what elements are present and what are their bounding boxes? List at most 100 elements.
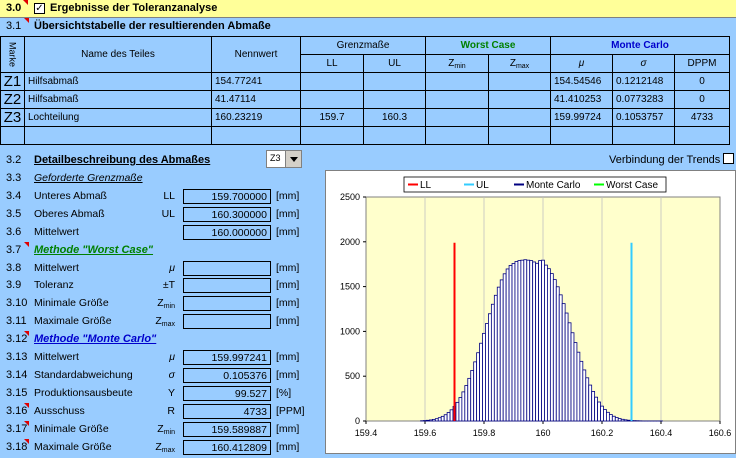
section-heading: Geforderte Grenzmaße: [34, 172, 143, 184]
comment-marker: [24, 242, 29, 247]
histogram-bar: [606, 412, 609, 421]
mark-selector[interactable]: Z3: [266, 150, 302, 168]
x-tick-label: 159.8: [473, 428, 496, 438]
field-value[interactable]: 0.105376: [183, 368, 271, 383]
limits-header: Grenzmaße: [301, 37, 426, 55]
row-ll: [301, 73, 364, 91]
row-number: 3.14: [6, 369, 27, 381]
y-tick-label: 500: [345, 371, 360, 381]
histogram-bar: [583, 370, 586, 421]
overview-title: Übersichtstabelle der resultierenden Abm…: [34, 20, 271, 32]
histogram-bar: [553, 280, 556, 421]
worst-case-header: Worst Case: [426, 37, 551, 55]
field-symbol: σ: [150, 369, 175, 381]
histogram-bar: [615, 418, 618, 421]
field-symbol: Zmax: [150, 441, 175, 454]
field-unit: [mm]: [276, 441, 299, 453]
row-ul: 160.3: [364, 109, 426, 127]
row-number: 3.3: [6, 172, 21, 184]
x-tick-label: 159.4: [355, 428, 378, 438]
histogram-bar: [524, 260, 527, 421]
field-label: Toleranz: [34, 279, 74, 291]
row-zmax: [489, 91, 551, 109]
histogram-bar: [518, 261, 521, 421]
row-number: 3.10: [6, 297, 27, 309]
sigma-header: σ: [613, 55, 675, 73]
comment-marker: [24, 403, 29, 408]
row-name: Lochteilung: [25, 109, 212, 127]
field-label: Mittelwert: [34, 351, 79, 363]
histogram-bar: [544, 265, 547, 421]
chevron-down-icon: [286, 151, 302, 167]
histogram-bar: [609, 415, 612, 421]
row-dppm: 4733: [675, 109, 730, 127]
row-name: Hilfsabmaß: [25, 73, 212, 91]
histogram-bar: [468, 378, 471, 421]
row-number: 3.8: [6, 262, 21, 274]
histogram-bar: [477, 353, 480, 421]
field-symbol: Zmin: [150, 297, 175, 310]
table-row[interactable]: Z3 Lochteilung 160.23219 159.7 160.3 159…: [1, 109, 730, 127]
field-value[interactable]: 160.300000: [183, 207, 271, 222]
field-value[interactable]: [183, 314, 271, 329]
nominal-header: Nennwert: [212, 37, 301, 73]
histogram-bar: [462, 392, 465, 421]
histogram-bar: [574, 343, 577, 421]
dppm-header: DPPM: [675, 55, 730, 73]
comment-marker: [24, 331, 29, 336]
histogram-bar: [435, 419, 438, 421]
trend-checkbox[interactable]: [723, 153, 734, 164]
histogram-bar: [559, 295, 562, 421]
field-symbol: Zmin: [150, 423, 175, 436]
histogram-bar: [577, 352, 580, 421]
dropdown-button[interactable]: [285, 151, 301, 167]
row-number: 3.11: [6, 315, 27, 327]
field-value[interactable]: 159.700000: [183, 189, 271, 204]
histogram-bar: [488, 314, 491, 421]
field-value[interactable]: [183, 296, 271, 311]
row-number: 3.13: [6, 351, 27, 363]
x-tick-label: 160.2: [591, 428, 614, 438]
field-label: Mittelwert: [34, 226, 79, 238]
histogram-bar: [539, 261, 542, 421]
monte-carlo-header: Monte Carlo: [551, 37, 730, 55]
histogram-chart: 159.4159.6159.8160160.2160.4160.60500100…: [326, 171, 736, 455]
ll-header: LL: [301, 55, 364, 73]
row-ll: 159.7: [301, 109, 364, 127]
histogram-bar: [497, 287, 500, 421]
field-value[interactable]: 160.000000: [183, 225, 271, 240]
field-value[interactable]: 160.412809: [183, 440, 271, 455]
field-value[interactable]: [183, 261, 271, 276]
field-label: Standardabweichung: [34, 369, 133, 381]
field-symbol: UL: [150, 208, 175, 220]
field-value[interactable]: [183, 278, 271, 293]
histogram-bar: [618, 419, 621, 421]
table-row[interactable]: Z1 Hilfsabmaß 154.77241 154.54546 0.1212…: [1, 73, 730, 91]
field-unit: [mm]: [276, 279, 299, 291]
section-number: 3.0: [6, 2, 21, 14]
table-row[interactable]: Z2 Hilfsabmaß 41.47114 41.410253 0.07732…: [1, 91, 730, 109]
field-symbol: Y: [150, 387, 175, 399]
row-sigma: 0.0773283: [613, 91, 675, 109]
field-label: Minimale Größe: [34, 423, 109, 435]
histogram-bar: [547, 269, 550, 421]
histogram-bar: [512, 263, 515, 421]
row-number: 3.15: [6, 387, 27, 399]
field-value[interactable]: 159.997241: [183, 350, 271, 365]
field-symbol: R: [150, 405, 175, 417]
results-checkbox[interactable]: ✓: [34, 3, 45, 14]
field-value[interactable]: 4733: [183, 404, 271, 419]
field-unit: [mm]: [276, 369, 299, 381]
histogram-bar: [429, 420, 432, 421]
row-sigma: 0.1053757: [613, 109, 675, 127]
histogram-bar: [595, 397, 598, 421]
histogram-bar: [485, 324, 488, 421]
field-symbol: LL: [150, 190, 175, 202]
comment-marker: [23, 0, 28, 5]
x-tick-label: 160.4: [650, 428, 673, 438]
field-unit: [mm]: [276, 208, 299, 220]
field-value[interactable]: 99.527: [183, 386, 271, 401]
histogram-bar: [432, 419, 435, 421]
histogram-bar: [491, 304, 494, 421]
field-value[interactable]: 159.589887: [183, 422, 271, 437]
